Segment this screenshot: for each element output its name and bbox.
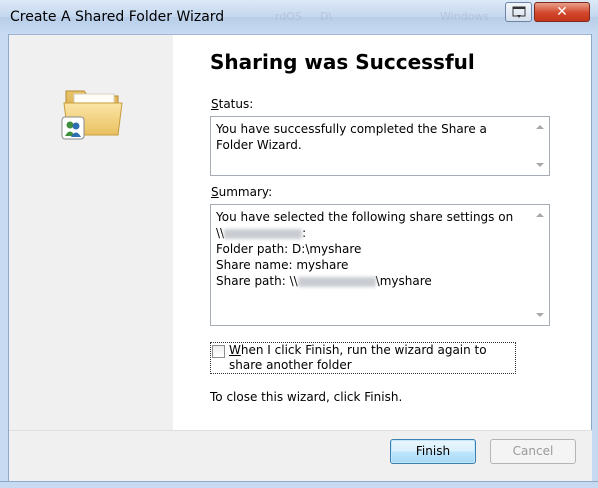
summary-scrollbar[interactable] (531, 205, 549, 325)
scroll-down-arrow-icon[interactable] (536, 163, 544, 167)
finish-button[interactable]: Finish (390, 439, 476, 464)
summary-textbox[interactable]: You have selected the following share se… (210, 204, 550, 326)
scroll-up-arrow-icon[interactable] (536, 213, 544, 217)
background-window-text: rdOS (275, 10, 302, 23)
status-label: Status: (211, 97, 254, 111)
close-icon: ✕ (556, 4, 568, 20)
background-window-text: Windows (440, 10, 490, 23)
help-window-icon (512, 6, 526, 18)
run-again-checkbox[interactable] (212, 345, 225, 358)
summary-line: You have selected the following share se… (216, 210, 514, 224)
summary-label: Summary: (211, 185, 273, 199)
summary-text: You have selected the following share se… (216, 209, 527, 289)
cancel-button[interactable]: Cancel (490, 439, 576, 464)
scroll-up-arrow-icon[interactable] (536, 125, 544, 129)
status-textbox[interactable]: You have successfully completed the Shar… (210, 116, 550, 176)
close-instructions: To close this wizard, click Finish. (210, 390, 403, 404)
summary-line: Share name: myshare (216, 258, 349, 272)
redacted-server-name (224, 228, 303, 239)
help-button[interactable] (505, 2, 532, 22)
run-again-checkbox-label[interactable]: When I click Finish, run the wizard agai… (229, 343, 519, 373)
background-window-text: D\ (320, 10, 333, 23)
status-scrollbar[interactable] (531, 117, 549, 175)
summary-line: Share path: \\ \myshare (216, 274, 432, 288)
summary-line: Folder path: D:\myshare (216, 242, 362, 256)
page-heading: Sharing was Successful (210, 50, 475, 74)
shared-folder-icon (61, 90, 123, 140)
window-frame-right (591, 34, 598, 487)
scroll-down-arrow-icon[interactable] (536, 313, 544, 317)
close-button[interactable]: ✕ (534, 2, 590, 22)
title-bar[interactable]: Create A Shared Folder Wizard rdOS D\ Wi… (0, 0, 598, 35)
wizard-sidebar (9, 35, 173, 430)
window-frame-left (0, 34, 9, 487)
redacted-server-name (297, 276, 376, 287)
window-title: Create A Shared Folder Wizard (10, 9, 225, 25)
summary-line: \\: (216, 226, 307, 240)
status-text: You have successfully completed the Shar… (216, 122, 491, 152)
